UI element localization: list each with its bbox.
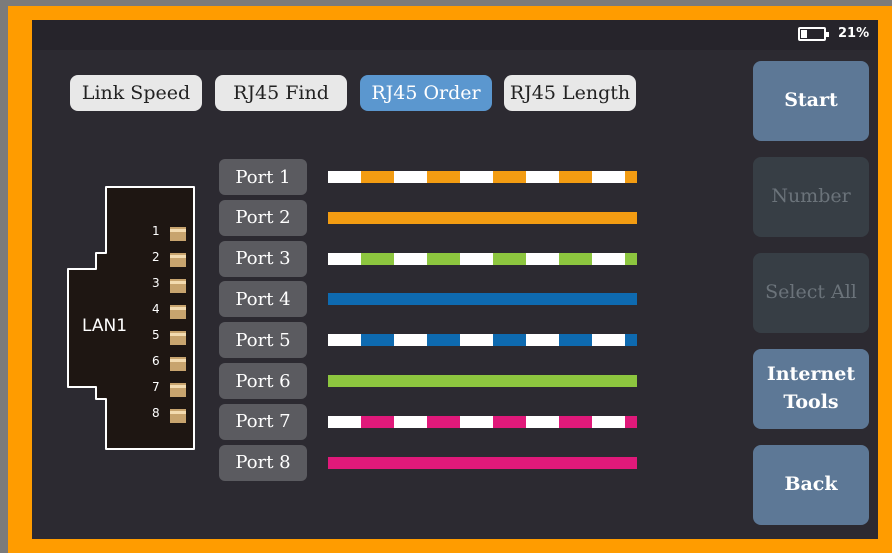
connector-label: LAN1	[82, 316, 128, 336]
battery-percentage: 21%	[838, 26, 870, 41]
pin-number: 4	[152, 302, 160, 316]
number-button[interactable]: Number	[753, 157, 869, 237]
pin-number: 8	[152, 406, 160, 420]
tab-rj45-length[interactable]: RJ45 Length	[504, 75, 636, 111]
port-label-5: Port 5	[219, 322, 307, 359]
wire-port-4	[328, 293, 637, 306]
tab-rj45-order[interactable]: RJ45 Order	[360, 75, 492, 111]
wire-port-7	[328, 415, 637, 428]
internet-tools-label-line1: Internet	[766, 363, 856, 386]
port-label-1: Port 1	[219, 159, 307, 195]
wire-port-5	[328, 334, 637, 347]
port-label-4: Port 4	[219, 281, 307, 318]
wire-port-1	[328, 171, 637, 183]
pin-number: 7	[152, 380, 160, 394]
tab-link-speed[interactable]: Link Speed	[70, 75, 202, 111]
pin-number: 1	[152, 224, 160, 238]
wire-port-8	[328, 456, 637, 469]
port-label-7: Port 7	[219, 403, 307, 440]
port-label-6: Port 6	[219, 363, 307, 399]
back-button[interactable]: Back	[753, 445, 869, 525]
internet-tools-button[interactable]: Internet Tools	[753, 349, 869, 429]
pin-number: 2	[152, 250, 160, 264]
wire-port-2	[328, 211, 637, 224]
status-bar: 21%	[32, 20, 878, 50]
pin-number: 5	[152, 328, 160, 342]
start-button[interactable]: Start	[753, 61, 869, 141]
wire-port-6	[328, 375, 637, 387]
port-label-2: Port 2	[219, 199, 307, 236]
internet-tools-label-line2: Tools	[783, 391, 839, 413]
wire-port-3	[328, 252, 637, 265]
select-all-button[interactable]: Select All	[753, 253, 869, 333]
screen: 21% Link Speed RJ45 Find RJ45 Order RJ45…	[32, 20, 878, 539]
battery-icon	[798, 27, 829, 41]
pin-number: 3	[152, 276, 160, 290]
port-label-3: Port 3	[219, 240, 307, 277]
pin-number: 6	[152, 354, 160, 368]
port-label-8: Port 8	[219, 444, 307, 481]
tab-rj45-find[interactable]: RJ45 Find	[215, 75, 347, 111]
